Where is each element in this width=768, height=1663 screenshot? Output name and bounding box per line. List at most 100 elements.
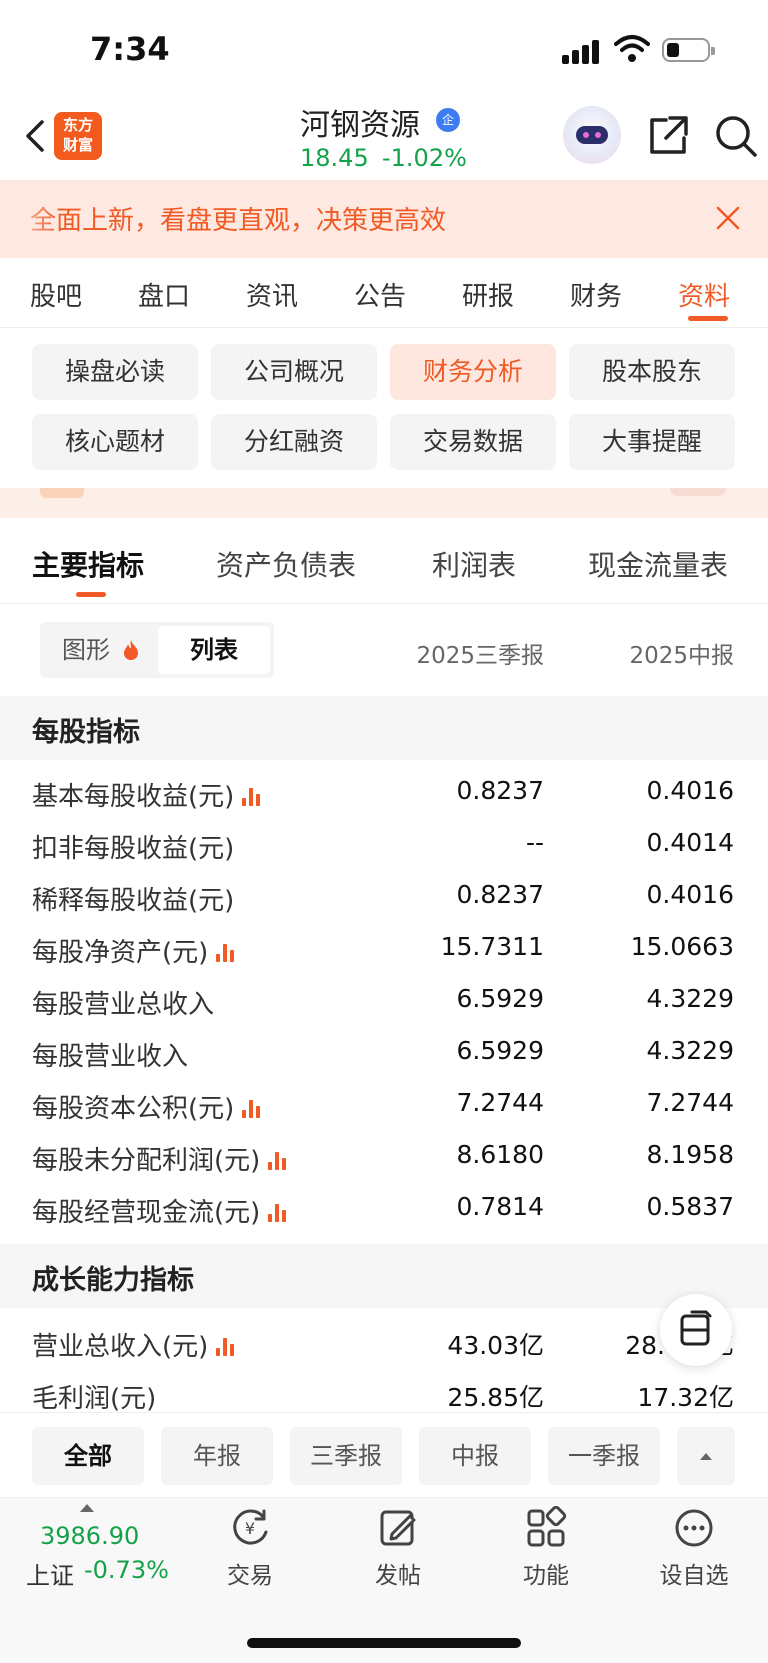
table-row[interactable]: 每股营业收入 6.5929 4.3229 [0,1028,768,1080]
filter-q1[interactable]: 一季报 [548,1427,660,1485]
nav-trade[interactable]: ¥ 交易 [200,1506,300,1590]
enterprise-badge-icon: 企 [436,108,460,132]
battery-icon [662,38,715,62]
row-value-col2: 0.4016 [646,776,734,805]
caret-up-icon [80,1504,94,1512]
sub-button-trading-data[interactable]: 交易数据 [390,414,556,470]
edit-icon [380,1510,416,1546]
row-value-col1: 6.5929 [456,984,544,1013]
row-label: 营业总收入(元) [32,1326,236,1363]
row-value-col1: -- [525,828,544,857]
floating-action-button[interactable] [660,1294,732,1366]
sub-button-dividends-financing[interactable]: 分红融资 [211,414,377,470]
stock-name: 河钢资源 [300,108,420,143]
tab-pankou[interactable]: 盘口 [138,276,190,313]
eastmoney-logo[interactable]: 东方 财富 [54,112,102,160]
row-label: 扣非每股收益(元) [32,834,235,864]
collapse-button[interactable] [677,1427,735,1485]
nav-label: 设自选 [659,1563,729,1589]
bar-chart-icon[interactable] [268,1202,288,1222]
row-value-col2: 7.2744 [646,1088,734,1117]
tab-finance[interactable]: 财务 [570,276,622,313]
wifi-icon [614,35,650,62]
sub-button-trading-must-read[interactable]: 操盘必读 [32,344,198,400]
grid-icon [527,1506,567,1547]
tab-cash-flow[interactable]: 现金流量表 [588,544,728,584]
row-value-col2: 8.1958 [646,1140,734,1169]
close-icon[interactable] [714,204,742,232]
logo-text-top: 东方 [62,116,93,134]
bar-chart-icon[interactable] [242,1098,262,1118]
tab-key-indicators[interactable]: 主要指标 [32,544,144,584]
row-value-col1: 6.5929 [456,1036,544,1065]
main-tab-bar: 股吧 盘口 资讯 公告 研报 财务 资料 [0,258,768,328]
table-row[interactable]: 稀释每股收益(元) 0.8237 0.4016 [0,872,768,924]
row-label: 每股经营现金流(元) [32,1192,288,1229]
ai-assistant-avatar[interactable] [563,106,621,164]
filter-q3[interactable]: 三季报 [290,1427,402,1485]
tab-research[interactable]: 研报 [462,276,514,313]
banner-text: 全面上新，看盘更直观，决策更高效 [30,206,447,236]
row-label: 每股营业总收入 [32,990,215,1020]
row-value-col1: 43.03亿 [447,1331,544,1360]
table-row[interactable]: 每股未分配利润(元) 8.6180 8.1958 [0,1132,768,1184]
row-label: 每股营业收入 [32,1042,189,1072]
more-icon [675,1509,713,1547]
row-value-col1: 0.8237 [456,880,544,909]
row-value-col1: 8.6180 [456,1140,544,1169]
status-bar: 7:34 [0,0,768,100]
section-header-per-share: 每股指标 [0,696,768,760]
sub-button-shareholders[interactable]: 股本股东 [569,344,735,400]
table-row[interactable]: 每股营业总收入 6.5929 4.3229 [0,976,768,1028]
sub-button-company-overview[interactable]: 公司概况 [211,344,377,400]
row-value-col2: 0.4016 [646,880,734,909]
tab-guba[interactable]: 股吧 [30,276,82,313]
table-row[interactable]: 基本每股收益(元) 0.8237 0.4016 [0,768,768,820]
tab-income-statement[interactable]: 利润表 [432,544,516,584]
row-value-col2: 15.0663 [630,932,734,961]
logo-text-bottom: 财富 [62,136,93,154]
sub-button-core-themes[interactable]: 核心题材 [32,414,198,470]
tab-profile[interactable]: 资料 [678,276,730,313]
sub-button-major-events[interactable]: 大事提醒 [569,414,735,470]
sub-button-financial-analysis[interactable]: 财务分析 [390,344,556,400]
tab-announcements[interactable]: 公告 [354,276,406,313]
table-row[interactable]: 每股经营现金流(元) 0.7814 0.5837 [0,1184,768,1236]
view-graph-button[interactable]: 图形 [40,622,158,678]
tab-balance-sheet[interactable]: 资产负债表 [216,544,356,584]
filter-annual[interactable]: 年报 [161,1427,273,1485]
stock-price: 18.45 [300,144,369,172]
index-name: 上证 [26,1562,74,1590]
filter-all[interactable]: 全部 [32,1427,144,1485]
nav-label: 发帖 [375,1563,421,1589]
home-indicator [247,1638,521,1648]
bar-chart-icon[interactable] [242,786,262,806]
section-title: 成长能力指标 [32,1265,194,1296]
search-icon[interactable] [714,114,758,158]
nav-functions[interactable]: 功能 [496,1506,596,1590]
row-value-col1: 25.85亿 [447,1383,544,1412]
bar-chart-icon[interactable] [216,942,236,962]
view-graph-label: 图形 [62,636,110,664]
back-icon[interactable] [18,116,58,156]
table-row[interactable]: 每股资本公积(元) 7.2744 7.2744 [0,1080,768,1132]
nav-add-watchlist[interactable]: 设自选 [644,1506,744,1590]
index-value: 3986.90 [40,1522,140,1550]
tab-news[interactable]: 资讯 [246,276,298,313]
table-row[interactable]: 营业总收入(元) 43.03亿 28.亿 [0,1318,768,1370]
switch-view-icon [680,1310,712,1346]
nav-post[interactable]: 发帖 [348,1506,448,1590]
row-label: 每股未分配利润(元) [32,1140,288,1177]
table-row[interactable]: 每股净资产(元) 15.7311 15.0663 [0,924,768,976]
table-row[interactable]: 扣非每股收益(元) -- 0.4014 [0,820,768,872]
filter-interim[interactable]: 中报 [419,1427,531,1485]
bar-chart-icon[interactable] [268,1150,288,1170]
view-list-button[interactable]: 列表 [158,626,270,674]
row-value-col1: 15.7311 [440,932,544,961]
bar-chart-icon[interactable] [216,1336,236,1356]
column-header-h1-2025: 2025中报 [629,643,734,669]
share-icon[interactable] [646,114,690,158]
row-value-col2: 0.4014 [646,828,734,857]
promo-banner[interactable]: 全面上新，看盘更直观，决策更高效 [0,180,768,258]
section-header-growth: 成长能力指标 [0,1244,768,1308]
